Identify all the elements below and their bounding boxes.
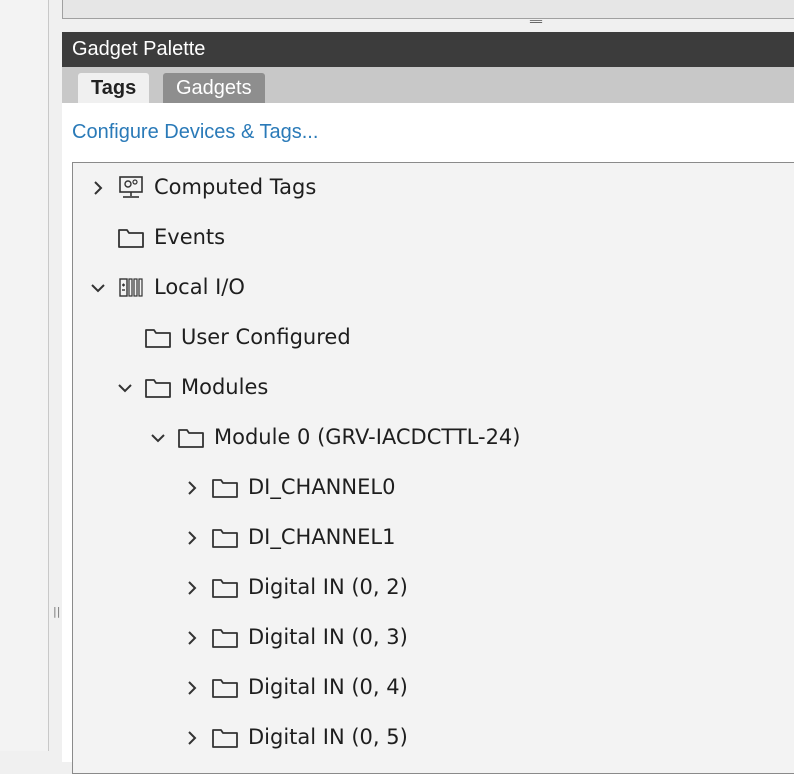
folder-icon xyxy=(212,479,238,498)
tree-item-label: Digital IN (0, 5) xyxy=(248,725,408,749)
tag-tree: Computed Tags Events Local I/O User Conf… xyxy=(72,162,794,774)
tree-item-label: User Configured xyxy=(181,325,351,349)
tree-item-label: Computed Tags xyxy=(154,175,317,199)
tree-item-computed-tags[interactable]: Computed Tags xyxy=(73,163,793,213)
tree-item-digital-in-0-5[interactable]: Digital IN (0, 5) xyxy=(73,713,793,763)
tree-item-module-0[interactable]: Module 0 (GRV-IACDCTTL-24) xyxy=(73,413,793,463)
tree-item-label: Module 0 (GRV-IACDCTTL-24) xyxy=(214,425,521,449)
tab-tags[interactable]: Tags xyxy=(78,73,150,103)
chevron-down-icon[interactable] xyxy=(149,429,167,447)
folder-icon xyxy=(212,679,238,698)
gadget-palette-panel: Gadget Palette Tags Gadgets Configure De… xyxy=(62,32,794,774)
io-rack-icon xyxy=(119,278,143,297)
chevron-right-icon[interactable] xyxy=(183,679,201,697)
panel-title: Gadget Palette xyxy=(62,32,794,67)
left-sidebar-strip xyxy=(0,0,49,751)
folder-icon xyxy=(118,229,144,248)
tree-item-digital-in-0-3[interactable]: Digital IN (0, 3) xyxy=(73,613,793,663)
chevron-right-icon[interactable] xyxy=(183,629,201,647)
chevron-right-icon[interactable] xyxy=(183,729,201,747)
tree-item-local-io[interactable]: Local I/O xyxy=(73,263,793,313)
tree-item-label: Digital IN (0, 4) xyxy=(248,675,408,699)
folder-icon xyxy=(212,529,238,548)
folder-icon xyxy=(145,379,171,398)
chevron-right-icon[interactable] xyxy=(183,529,201,547)
tree-item-label: Digital IN (0, 2) xyxy=(248,575,408,599)
folder-icon xyxy=(212,729,238,748)
top-pane xyxy=(62,0,794,19)
tree-item-label: Modules xyxy=(181,375,269,399)
folder-icon xyxy=(145,329,171,348)
tree-item-modules[interactable]: Modules xyxy=(73,363,793,413)
chevron-down-icon[interactable] xyxy=(89,279,107,297)
chevron-down-icon[interactable] xyxy=(116,379,134,397)
chevron-right-icon[interactable] xyxy=(89,179,107,197)
tab-gadgets[interactable]: Gadgets xyxy=(163,73,265,103)
tree-item-label: Local I/O xyxy=(154,275,245,299)
configure-devices-link[interactable]: Configure Devices & Tags... xyxy=(72,121,318,144)
tree-item-user-configured[interactable]: User Configured xyxy=(73,313,793,363)
chevron-right-icon[interactable] xyxy=(183,579,201,597)
computed-tags-icon xyxy=(119,176,143,198)
folder-icon xyxy=(212,629,238,648)
tab-bar: Tags Gadgets xyxy=(62,67,794,103)
tree-item-label: Digital IN (0, 3) xyxy=(248,625,408,649)
tree-item-di-channel1[interactable]: DI_CHANNEL1 xyxy=(73,513,793,563)
tree-item-label: DI_CHANNEL0 xyxy=(248,475,396,499)
folder-icon xyxy=(212,579,238,598)
folder-icon xyxy=(178,429,204,448)
chevron-right-icon[interactable] xyxy=(183,479,201,497)
tree-item-di-channel0[interactable]: DI_CHANNEL0 xyxy=(73,463,793,513)
tree-item-digital-in-0-4[interactable]: Digital IN (0, 4) xyxy=(73,663,793,713)
tree-item-digital-in-0-2[interactable]: Digital IN (0, 2) xyxy=(73,563,793,613)
tree-item-events[interactable]: Events xyxy=(73,213,793,263)
tree-item-label: Events xyxy=(154,225,226,249)
vertical-splitter-grip[interactable]: || xyxy=(53,605,60,618)
horizontal-splitter-grip[interactable]: ══ xyxy=(528,17,544,29)
tree-item-label: DI_CHANNEL1 xyxy=(248,525,396,549)
